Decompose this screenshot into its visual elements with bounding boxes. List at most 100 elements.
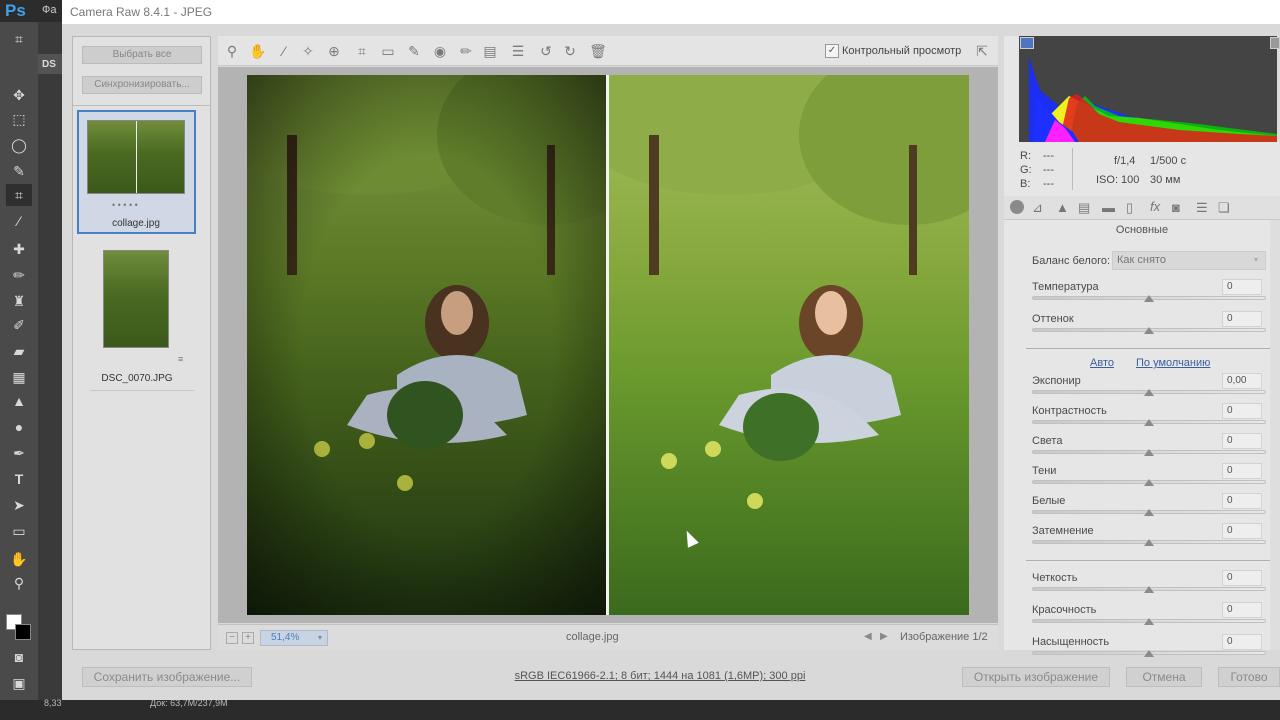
trash-icon[interactable]: 🗑 [588, 40, 608, 62]
quick-mask-icon[interactable]: ◙ [6, 646, 32, 668]
tab-split-toning-icon[interactable]: ▬ [1102, 200, 1115, 215]
zoom-out-icon[interactable]: − [226, 632, 238, 644]
slider-handle[interactable] [1144, 295, 1154, 302]
tab-detail-icon[interactable]: ▲ [1056, 200, 1069, 215]
crop-icon[interactable]: ⌗ [352, 40, 372, 62]
select-all-button[interactable]: Выбрать все [82, 46, 202, 64]
slider-handle[interactable] [1144, 389, 1154, 396]
slider-value-field[interactable]: 0 [1222, 570, 1262, 586]
eraser-icon[interactable]: ▰ [6, 340, 32, 362]
zoom-in-icon[interactable]: + [242, 632, 254, 644]
brush-icon[interactable]: ✏ [6, 264, 32, 286]
rating-dots[interactable]: • • • • • [112, 200, 138, 210]
tab-snapshots-icon[interactable]: ❏ [1218, 200, 1230, 216]
eyedropper-icon[interactable]: ⁄ [6, 210, 32, 232]
pen-icon[interactable]: ✒ [6, 442, 32, 464]
straighten-icon[interactable]: ▭ [378, 40, 398, 62]
zoom-icon[interactable]: ⚲ [222, 40, 242, 62]
slider-value-field[interactable]: 0 [1222, 311, 1262, 327]
slider-value-field[interactable]: 0 [1222, 602, 1262, 618]
healing-brush-icon[interactable]: ✚ [6, 238, 32, 260]
slider-value-field[interactable]: 0 [1222, 634, 1262, 650]
tab-camera-calibration-icon[interactable]: ◙ [1172, 200, 1180, 215]
slider-handle[interactable] [1144, 449, 1154, 456]
hand-icon[interactable]: ✋ [248, 40, 268, 62]
type-icon[interactable]: T [6, 468, 32, 490]
white-balance-icon[interactable]: ⁄ [274, 40, 294, 62]
previous-image-icon[interactable]: ◀ [864, 631, 872, 642]
preview-checkbox[interactable]: ✓ [825, 44, 839, 58]
stamp-icon[interactable]: ♜ [6, 290, 32, 312]
lasso-tool-icon[interactable]: ◯ [6, 134, 32, 156]
tab-hsl-icon[interactable]: ▤ [1078, 200, 1090, 216]
graduated-filter-icon[interactable]: ▤ [480, 40, 500, 62]
marquee-tool-icon[interactable]: ⬚ [6, 108, 32, 130]
thumbnail-dsc[interactable] [103, 250, 169, 348]
workflow-options-link[interactable]: sRGB IEC61966-2.1; 8 бит; 1444 на 1081 (… [420, 670, 900, 682]
shadow-clipping-icon[interactable] [1020, 37, 1034, 49]
quick-select-icon[interactable]: ✎ [6, 160, 32, 182]
target-adjust-icon[interactable]: ⊕ [324, 40, 344, 62]
crop-icon[interactable]: ⌗ [6, 184, 32, 206]
cancel-button[interactable]: Отмена [1126, 667, 1202, 687]
document-tab[interactable]: DS [38, 54, 62, 74]
slider-handle[interactable] [1144, 419, 1154, 426]
red-eye-icon[interactable]: ◉ [430, 40, 450, 62]
synchronize-button[interactable]: Синхронизировать... [82, 76, 202, 94]
slider-handle[interactable] [1144, 618, 1154, 625]
white-balance-select[interactable]: Как снято [1112, 251, 1266, 270]
next-image-icon[interactable]: ▶ [880, 631, 888, 642]
open-image-button[interactable]: Открыть изображение [962, 667, 1110, 687]
save-image-button[interactable]: Сохранить изображение... [82, 667, 252, 687]
history-brush-icon[interactable]: ✐ [6, 314, 32, 336]
slider-value-field[interactable]: 0 [1222, 523, 1262, 539]
slider-handle[interactable] [1144, 650, 1154, 657]
slider-value-field[interactable]: 0 [1222, 463, 1262, 479]
done-button[interactable]: Готово [1218, 667, 1280, 687]
tab-lens-icon[interactable]: ▯ [1126, 200, 1133, 216]
thumbnail-collage[interactable] [87, 120, 185, 194]
photo-before[interactable] [247, 75, 607, 615]
tab-effects-icon[interactable]: fx [1150, 199, 1160, 214]
slider-handle[interactable] [1144, 586, 1154, 593]
filmstrip-divider [90, 390, 194, 391]
path-select-icon[interactable]: ➤ [6, 494, 32, 516]
rotate-right-icon[interactable]: ↻ [560, 40, 580, 62]
fullscreen-icon[interactable]: ⇱ [972, 40, 992, 62]
slider-value-field[interactable]: 0 [1222, 403, 1262, 419]
panel-scrollbar[interactable] [1270, 220, 1280, 650]
slider-value-field[interactable]: 0 [1222, 433, 1262, 449]
gradient-icon[interactable]: ▦ [6, 366, 32, 388]
presets-icon[interactable]: ☰ [508, 40, 528, 62]
slider-handle[interactable] [1144, 479, 1154, 486]
crop-tool-icon[interactable]: ⌗ [6, 28, 32, 50]
dodge-icon[interactable]: ● [6, 416, 32, 438]
color-sampler-icon[interactable]: ✧ [298, 40, 318, 62]
slider-handle[interactable] [1144, 539, 1154, 546]
tab-presets-icon[interactable]: ☰ [1196, 200, 1208, 216]
hand-tool-icon[interactable]: ✋ [6, 548, 32, 570]
rectangle-icon[interactable]: ▭ [6, 520, 32, 542]
slider-value-field[interactable]: 0 [1222, 493, 1262, 509]
slider-handle[interactable] [1144, 509, 1154, 516]
default-link[interactable]: По умолчанию [1136, 357, 1210, 369]
screen-mode-icon[interactable]: ▣ [6, 672, 32, 694]
rotate-left-icon[interactable]: ↺ [536, 40, 556, 62]
chevron-down-icon[interactable]: ▾ [318, 633, 322, 642]
adjustment-brush-icon[interactable]: ✏ [456, 40, 476, 62]
slider-value-field[interactable]: 0 [1222, 279, 1262, 295]
tab-basic-icon[interactable] [1010, 200, 1024, 214]
blur-icon[interactable]: ▲ [6, 390, 32, 412]
menu-file[interactable]: Фа [38, 0, 62, 22]
slider-value-field[interactable]: 0,00 [1222, 373, 1262, 389]
chevron-down-icon[interactable]: ▾ [1254, 255, 1258, 264]
zoom-tool-icon[interactable]: ⚲ [6, 572, 32, 594]
tab-tone-curve-icon[interactable]: ⊿ [1032, 200, 1043, 216]
spot-removal-icon[interactable]: ✎ [404, 40, 424, 62]
photo-after[interactable] [609, 75, 969, 615]
background-color-swatch[interactable] [15, 624, 31, 640]
move-tool-icon[interactable]: ✥ [6, 84, 32, 106]
slider-handle[interactable] [1144, 327, 1154, 334]
auto-link[interactable]: Авто [1090, 357, 1114, 369]
highlight-clipping-icon[interactable] [1270, 37, 1280, 49]
